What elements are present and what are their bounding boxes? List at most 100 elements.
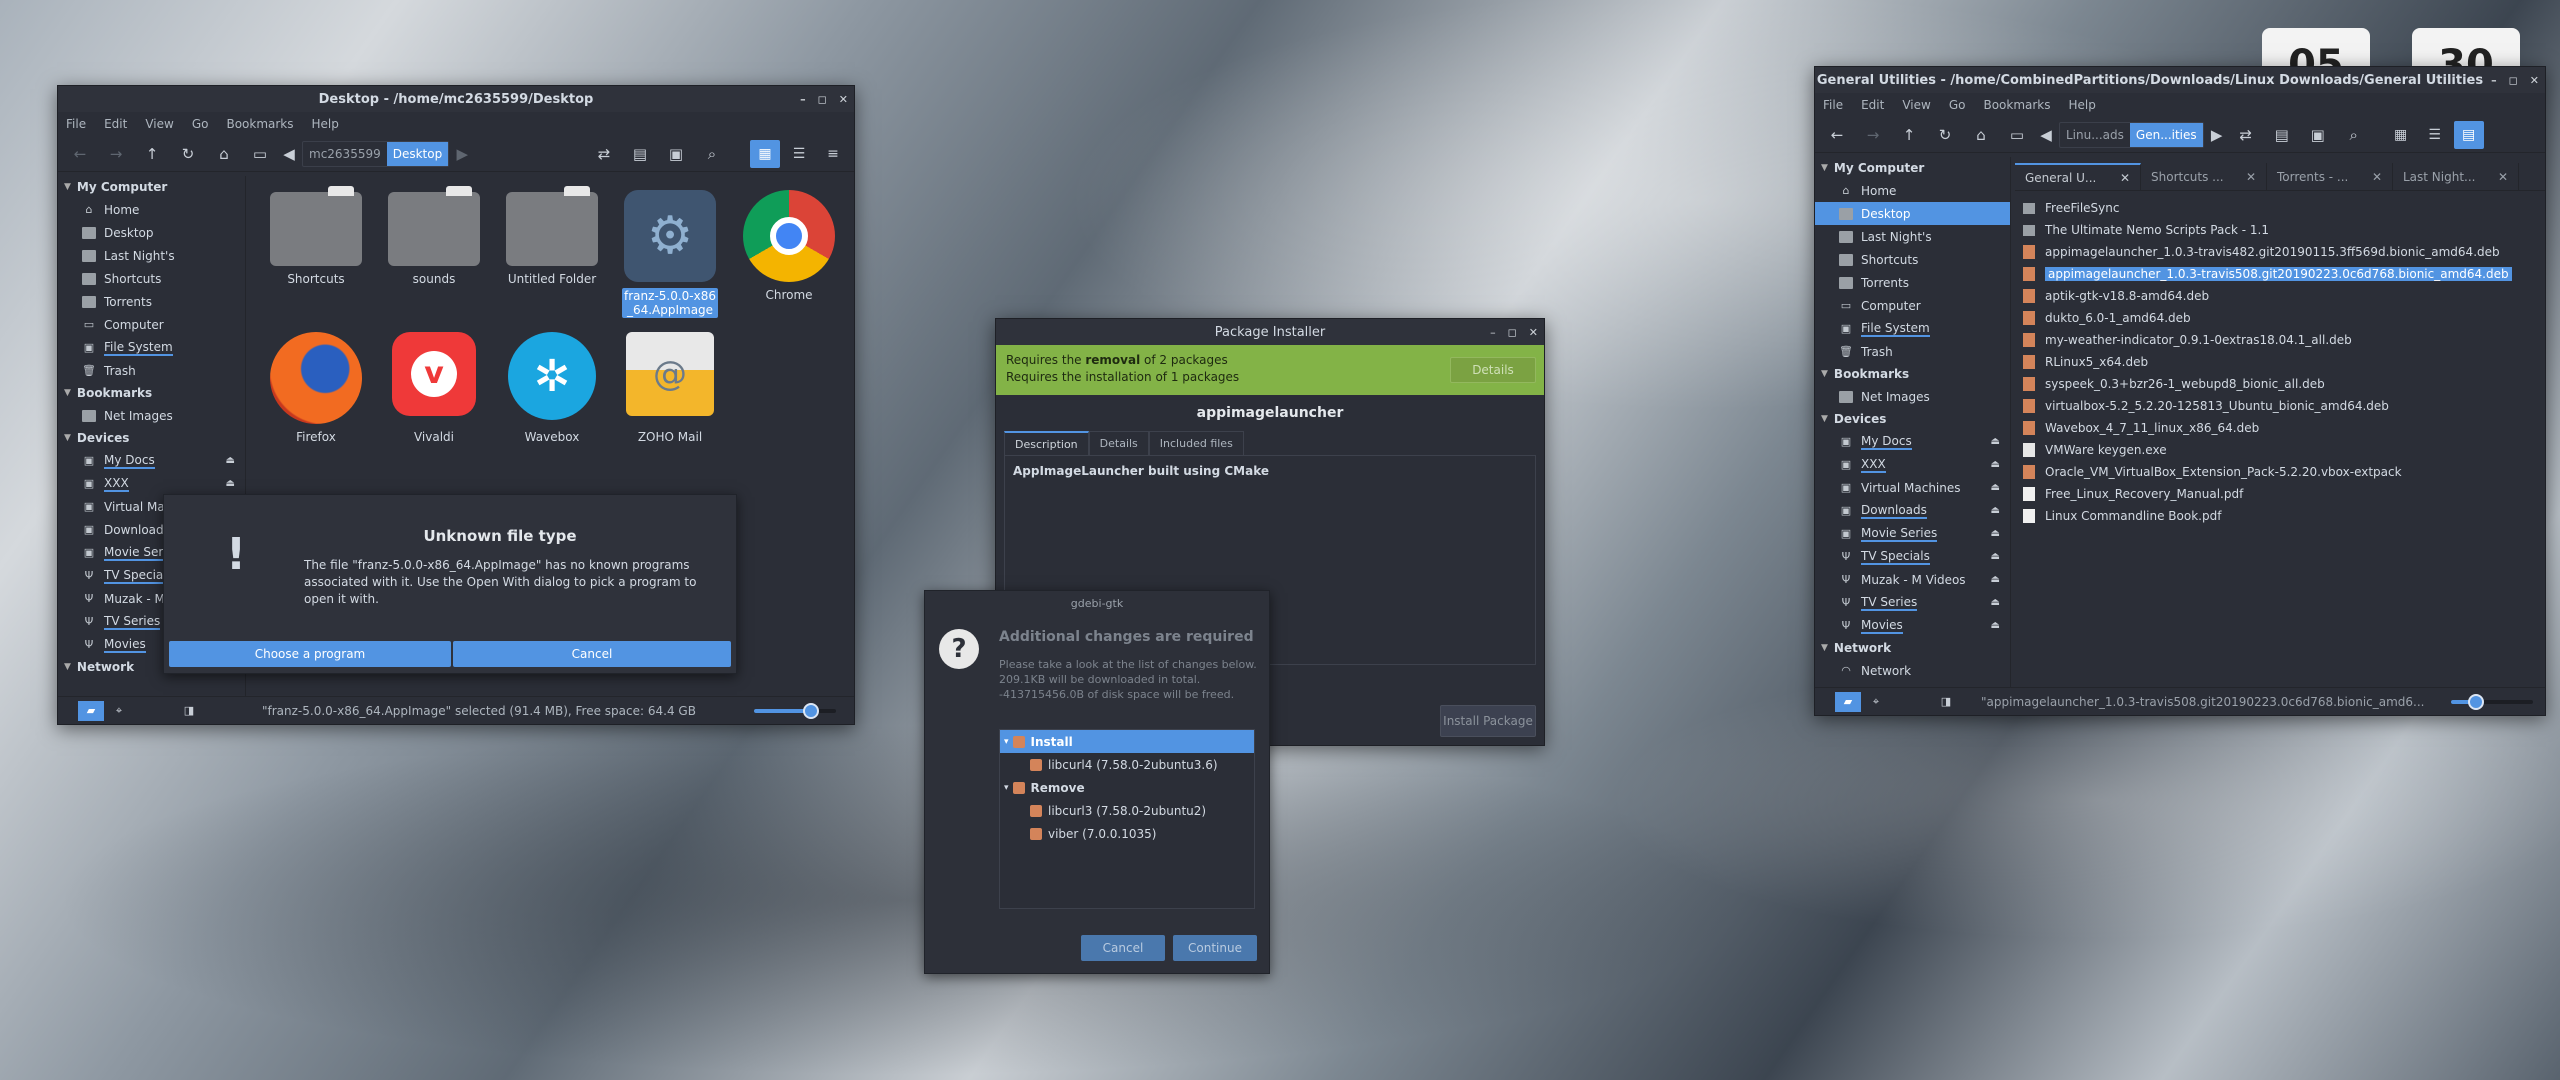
- new-folder-icon[interactable]: ▣: [660, 140, 692, 168]
- close-tab-icon[interactable]: ✕: [2498, 170, 2508, 184]
- tree-item-remove[interactable]: viber (7.0.0.1035): [1000, 822, 1254, 845]
- desktop-item-sounds[interactable]: sounds: [386, 186, 482, 286]
- eject-icon[interactable]: ⏏: [226, 478, 235, 489]
- sidebar-item-trash[interactable]: 🗑 Trash: [1815, 340, 2010, 363]
- terminal-icon[interactable]: ▤: [2266, 121, 2298, 149]
- sidebar-item-desktop[interactable]: Desktop: [58, 221, 245, 244]
- desktop-item-vivaldi[interactable]: v Vivaldi: [386, 332, 482, 444]
- sidebar-device-downloads[interactable]: ▣ Downloads ⏏: [1815, 499, 2010, 522]
- tree-item-remove[interactable]: libcurl3 (7.58.0-2ubuntu2): [1000, 799, 1254, 822]
- sidebar-item-home[interactable]: ⌂ Home: [58, 198, 245, 221]
- compact-view-icon[interactable]: ▤: [2453, 120, 2484, 149]
- eject-icon[interactable]: ⏏: [1991, 597, 2000, 608]
- eject-icon[interactable]: ⏏: [1991, 528, 2000, 539]
- sidebar-item-shortcuts[interactable]: Shortcuts: [1815, 248, 2010, 271]
- tree-group-remove[interactable]: ▾ Remove: [1000, 776, 1254, 799]
- up-icon[interactable]: ↑: [1893, 121, 1925, 149]
- crumb-desktop[interactable]: Desktop: [386, 141, 449, 166]
- title-bar[interactable]: Desktop - /home/mc2635599/Desktop – ◻ ✕: [58, 86, 854, 112]
- maximize-icon[interactable]: ◻: [1508, 326, 1517, 339]
- sidebar-item-net-images[interactable]: Net Images: [58, 404, 245, 427]
- list-item[interactable]: aptik-gtk-v18.8-amd64.deb: [2015, 285, 2545, 307]
- back-icon[interactable]: ←: [64, 140, 96, 168]
- tab-included-files[interactable]: Included files: [1148, 431, 1244, 455]
- up-icon[interactable]: ↑: [136, 140, 168, 168]
- sidebar-item-computer[interactable]: ▭ Computer: [58, 313, 245, 336]
- desktop-item-zoho-mail[interactable]: @ ZOHO Mail: [622, 332, 718, 444]
- zoom-slider[interactable]: [754, 703, 836, 719]
- maximize-icon[interactable]: ◻: [2509, 74, 2518, 87]
- list-item[interactable]: FreeFileSync: [2015, 197, 2545, 219]
- search-icon[interactable]: ⌕: [696, 140, 728, 168]
- toggle-location-icon[interactable]: ⇄: [588, 140, 620, 168]
- eject-icon[interactable]: ⏏: [1991, 459, 2000, 470]
- cancel-button[interactable]: Cancel: [453, 641, 731, 667]
- list-item[interactable]: Oracle_VM_VirtualBox_Extension_Pack-5.2.…: [2015, 461, 2545, 483]
- list-item[interactable]: Free_Linux_Recovery_Manual.pdf: [2015, 483, 2545, 505]
- crumb-left-icon[interactable]: ◀: [2037, 121, 2055, 149]
- tab-last-nights[interactable]: Last Night... ✕: [2393, 163, 2519, 190]
- desktop-item-firefox[interactable]: Firefox: [268, 332, 364, 444]
- crumb-home[interactable]: mc2635599: [303, 142, 387, 166]
- toggle-location-icon[interactable]: ⇄: [2230, 121, 2262, 149]
- sidebar-item-trash[interactable]: 🗑 Trash: [58, 359, 245, 382]
- tree-icon[interactable]: ⌖: [1863, 692, 1889, 712]
- continue-button[interactable]: Continue: [1173, 935, 1257, 961]
- back-icon[interactable]: ←: [1821, 121, 1853, 149]
- sidebar-item-desktop[interactable]: Desktop: [1815, 202, 2010, 225]
- cancel-button[interactable]: Cancel: [1081, 935, 1165, 961]
- eject-icon[interactable]: ⏏: [226, 455, 235, 466]
- tab-torrents[interactable]: Torrents - ... ✕: [2267, 163, 2393, 190]
- close-tab-icon[interactable]: ✕: [2120, 171, 2130, 185]
- list-item[interactable]: VMWare keygen.exe: [2015, 439, 2545, 461]
- zoom-slider-knob[interactable]: [803, 703, 820, 719]
- details-button[interactable]: Details: [1450, 357, 1536, 383]
- menu-help[interactable]: Help: [2069, 98, 2096, 112]
- menu-go[interactable]: Go: [192, 117, 209, 131]
- close-icon[interactable]: ✕: [1529, 326, 1538, 339]
- sidebar-item-torrents[interactable]: Torrents: [58, 290, 245, 313]
- menu-edit[interactable]: Edit: [104, 117, 127, 131]
- close-icon[interactable]: ✕: [839, 93, 848, 106]
- menu-bookmarks[interactable]: Bookmarks: [226, 117, 293, 131]
- zoom-slider[interactable]: [2451, 694, 2533, 710]
- list-item[interactable]: RLinux5_x64.deb: [2015, 351, 2545, 373]
- home-icon[interactable]: ⌂: [208, 140, 240, 168]
- icon-view-icon[interactable]: ▦: [750, 139, 780, 168]
- places-icon[interactable]: ▰: [1835, 691, 1861, 712]
- reload-icon[interactable]: ↻: [172, 140, 204, 168]
- menu-bookmarks[interactable]: Bookmarks: [1983, 98, 2050, 112]
- zoom-slider-knob[interactable]: [2467, 694, 2484, 710]
- tree-item-install[interactable]: libcurl4 (7.58.0-2ubuntu3.6): [1000, 753, 1254, 776]
- menu-file[interactable]: File: [66, 117, 86, 131]
- computer-icon[interactable]: ▭: [244, 140, 276, 168]
- desktop-item-untitled-folder[interactable]: Untitled Folder: [504, 186, 600, 286]
- sidebar-device-tv-series[interactable]: Ψ TV Series ⏏: [1815, 591, 2010, 614]
- sidebar-item-torrents[interactable]: Torrents: [1815, 271, 2010, 294]
- compact-view-icon[interactable]: ≡: [818, 140, 848, 168]
- eject-icon[interactable]: ⏏: [1991, 436, 2000, 447]
- minimize-icon[interactable]: –: [800, 93, 806, 106]
- menu-file[interactable]: File: [1823, 98, 1843, 112]
- sidebar-device-virtual-machines[interactable]: ▣ Virtual Machines ⏏: [1815, 476, 2010, 499]
- sidebar-header-bookmarks[interactable]: ▼ Bookmarks: [58, 382, 245, 404]
- sidebar-header-bookmarks[interactable]: ▼ Bookmarks: [1815, 363, 2010, 385]
- sidebar-device-tv-specials[interactable]: Ψ TV Specials ⏏: [1815, 545, 2010, 568]
- sidebar-header-network[interactable]: ▼ Network: [1815, 637, 2010, 659]
- crumb-right-icon[interactable]: ▶: [453, 140, 471, 168]
- eject-icon[interactable]: ⏏: [1991, 482, 2000, 493]
- list-view-icon[interactable]: ☰: [2420, 121, 2450, 149]
- title-bar[interactable]: General Utilities - /home/CombinedPartit…: [1815, 67, 2545, 93]
- menu-go[interactable]: Go: [1949, 98, 1966, 112]
- sidebar-item-last-nights[interactable]: Last Night's: [1815, 225, 2010, 248]
- sidebar-device-xxx[interactable]: ▣ XXX ⏏: [58, 472, 245, 495]
- install-package-button[interactable]: Install Package: [1440, 705, 1536, 737]
- desktop-item-shortcuts[interactable]: Shortcuts: [268, 186, 364, 286]
- list-item[interactable]: appimagelauncher_1.0.3-travis482.git2019…: [2015, 241, 2545, 263]
- crumb-linux-downloads[interactable]: Linu...ads: [2060, 123, 2130, 147]
- sidebar-device-muzak[interactable]: Ψ Muzak - M Videos ⏏: [1815, 568, 2010, 591]
- sidebar-device-my-docs[interactable]: ▣ My Docs ⏏: [1815, 430, 2010, 453]
- desktop-item-chrome[interactable]: Chrome: [741, 190, 837, 302]
- sidebar-item-file-system[interactable]: ▣ File System: [1815, 317, 2010, 340]
- icon-view-icon[interactable]: ▦: [2386, 121, 2416, 149]
